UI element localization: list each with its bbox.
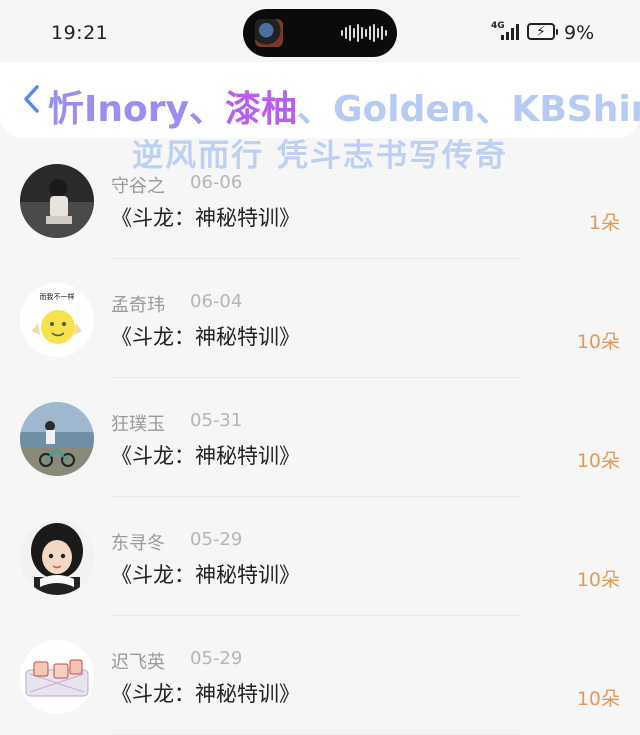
flower-count: 10朵 bbox=[576, 569, 620, 591]
avatar-text: 而我不一样 bbox=[40, 292, 75, 301]
user-name: 东寻冬 bbox=[111, 533, 165, 554]
book-title: 《斗龙：神秘特训》 bbox=[111, 682, 300, 706]
date: 06-06 bbox=[190, 172, 243, 193]
page-subtitle: 逆风而行 凭斗志书写传奇 bbox=[132, 138, 508, 174]
list-item[interactable]: 而我不一样 孟奇玮 06-04 《斗龙：神秘特训》 10朵 bbox=[0, 259, 640, 378]
book-title: 《斗龙：神秘特训》 bbox=[111, 206, 300, 230]
battery-percent: 9% bbox=[564, 22, 595, 44]
avatar[interactable] bbox=[20, 164, 94, 238]
date: 05-29 bbox=[190, 648, 243, 669]
avatar[interactable] bbox=[20, 521, 94, 595]
status-time: 19:21 bbox=[51, 22, 109, 44]
book-title: 《斗龙：神秘特训》 bbox=[111, 325, 300, 349]
dynamic-island[interactable] bbox=[243, 9, 397, 57]
avatar[interactable] bbox=[20, 402, 94, 476]
book-title: 《斗龙：神秘特训》 bbox=[111, 444, 300, 468]
flower-count: 10朵 bbox=[576, 450, 620, 472]
list-item[interactable]: 迟飞英 05-29 《斗龙：神秘特训》 10朵 bbox=[0, 616, 640, 735]
flower-count: 10朵 bbox=[576, 331, 620, 353]
flower-count: 10朵 bbox=[576, 688, 620, 710]
header-bar: 忻Inory、漆柚、Golden、KBShinya bbox=[0, 62, 640, 138]
user-name: 守谷之 bbox=[111, 176, 165, 197]
audio-wave-icon bbox=[341, 23, 387, 43]
game-app-icon bbox=[255, 19, 283, 47]
page-title: 忻Inory、漆柚、Golden、KBShinya bbox=[48, 89, 640, 130]
date: 06-04 bbox=[190, 291, 243, 312]
user-name: 狂璞玉 bbox=[111, 414, 165, 435]
status-bar: 19:21 4G ⚡ 9% bbox=[0, 0, 640, 62]
list-item[interactable]: 东寻冬 05-29 《斗龙：神秘特训》 10朵 bbox=[0, 497, 640, 616]
flower-count: 1朵 bbox=[588, 212, 620, 234]
date: 05-31 bbox=[190, 410, 243, 431]
supporter-list: 守谷之 06-06 《斗龙：神秘特训》 1朵 而我不一样 孟奇玮 06-04 《… bbox=[0, 140, 640, 735]
user-name: 孟奇玮 bbox=[111, 295, 165, 316]
user-name: 迟飞英 bbox=[111, 652, 165, 673]
avatar[interactable] bbox=[20, 640, 94, 714]
chevron-left-icon[interactable] bbox=[22, 84, 42, 113]
book-title: 《斗龙：神秘特训》 bbox=[111, 563, 300, 587]
date: 05-29 bbox=[190, 529, 243, 550]
battery-icon: ⚡ bbox=[527, 23, 558, 40]
list-item[interactable]: 狂璞玉 05-31 《斗龙：神秘特训》 10朵 bbox=[0, 378, 640, 497]
avatar[interactable]: 而我不一样 bbox=[20, 283, 94, 357]
